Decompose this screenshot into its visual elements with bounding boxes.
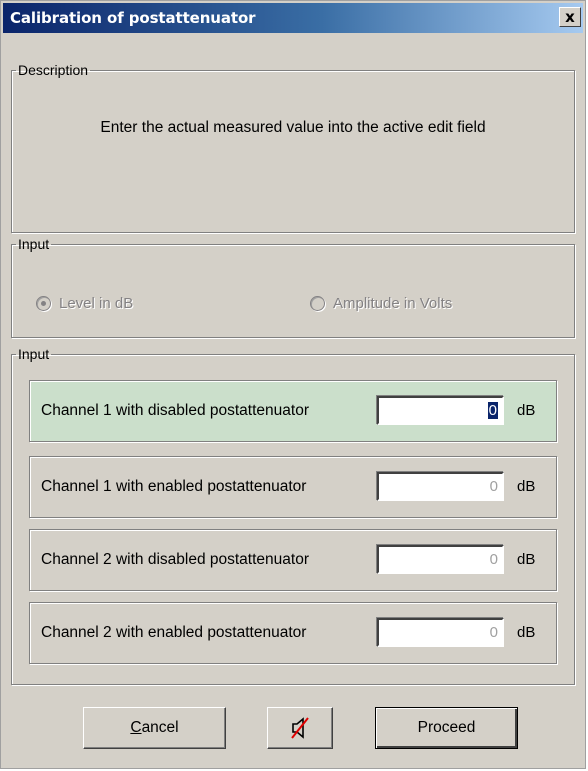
channel-label: Channel 1 with enabled postattenuator xyxy=(41,478,307,495)
channel-value-text: 0 xyxy=(489,551,498,568)
description-group: Description Enter the actual measured va… xyxy=(11,63,575,233)
radio-amplitude-volts[interactable]: Amplitude in Volts xyxy=(310,295,452,312)
proceed-button[interactable]: Proceed xyxy=(375,707,518,749)
channel-value-field[interactable]: 0 xyxy=(377,545,504,574)
radio-indicator-unchecked[interactable] xyxy=(310,296,325,311)
channel-label: Channel 2 with disabled postattenuator xyxy=(41,551,309,568)
description-legend: Description xyxy=(18,62,89,78)
calibration-dialog: Calibration of postattenuator x Descript… xyxy=(0,0,586,769)
channel-value-field[interactable]: 0 xyxy=(377,618,504,647)
title-bar[interactable]: Calibration of postattenuator x xyxy=(3,3,583,33)
speaker-muted-icon xyxy=(291,717,309,739)
cancel-button[interactable]: Cancel xyxy=(83,707,226,749)
input-mode-group: Input Level in dB Amplitude in Volts xyxy=(11,237,575,338)
channel-unit: dB xyxy=(517,551,536,568)
radio-indicator-checked[interactable] xyxy=(36,296,51,311)
channel-value-field[interactable]: 0 xyxy=(377,396,504,425)
channel-value-text: 0 xyxy=(489,478,498,495)
channel-label: Channel 1 with disabled postattenuator xyxy=(41,402,309,419)
channel-row-ch2-enabled: Channel 2 with enabled postattenuator 0 … xyxy=(29,602,557,664)
description-text: Enter the actual measured value into the… xyxy=(100,119,486,136)
channel-value-text: 0 xyxy=(489,624,498,641)
channel-value-text: 0 xyxy=(487,402,498,419)
close-button[interactable]: x xyxy=(559,7,581,27)
radio-label-amplitude-volts: Amplitude in Volts xyxy=(333,295,453,312)
channel-unit: dB xyxy=(517,624,536,641)
cancel-mnemonic: C xyxy=(130,719,142,736)
cancel-label: ancel xyxy=(141,719,179,736)
radio-label-level-db: Level in dB xyxy=(59,295,134,312)
close-icon: x xyxy=(565,7,575,26)
channel-row-ch1-disabled: Channel 1 with disabled postattenuator 0… xyxy=(29,380,557,442)
input-mode-legend: Input xyxy=(18,236,50,252)
channel-row-ch2-disabled: Channel 2 with disabled postattenuator 0… xyxy=(29,529,557,591)
mute-button[interactable] xyxy=(267,707,333,749)
proceed-label: Proceed xyxy=(417,719,476,736)
channel-row-ch1-enabled: Channel 1 with enabled postattenuator 0 … xyxy=(29,456,557,518)
channel-value-field[interactable]: 0 xyxy=(377,472,504,501)
radio-level-db[interactable]: Level in dB xyxy=(36,295,133,312)
channel-unit: dB xyxy=(517,402,536,419)
channel-unit: dB xyxy=(517,478,536,495)
window-title: Calibration of postattenuator xyxy=(10,9,256,27)
channel-label: Channel 2 with enabled postattenuator xyxy=(41,624,307,641)
channel-input-legend: Input xyxy=(18,346,50,362)
